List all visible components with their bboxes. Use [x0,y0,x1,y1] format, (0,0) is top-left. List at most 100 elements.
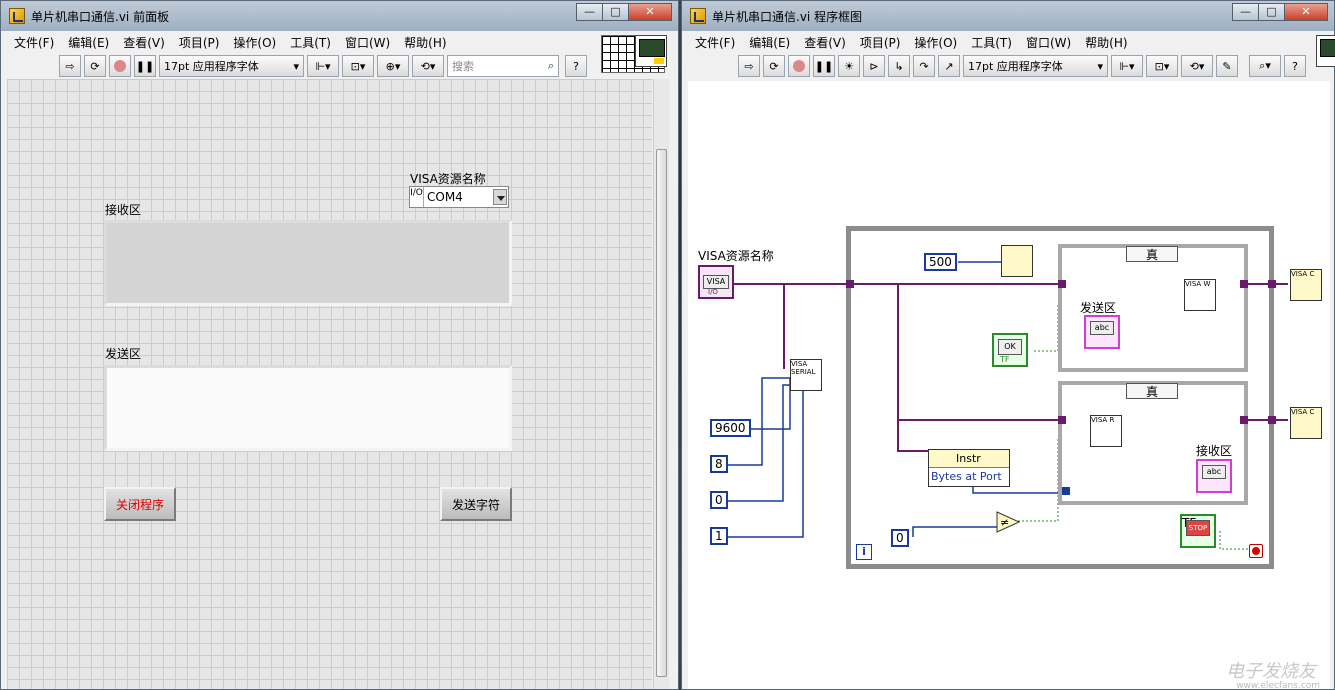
menu-tools[interactable]: 工具(T) [283,34,338,51]
visa-resource-terminal[interactable]: VISA I/O [698,265,734,299]
menu-window[interactable]: 窗口(W) [338,34,397,51]
scrollbar-thumb[interactable] [656,149,667,677]
recv-area-terminal[interactable]: abc [1196,459,1232,493]
visa-io-text: I/O [708,288,718,296]
minimize-button[interactable]: — [576,3,603,21]
search-icon[interactable]: ⌕▾ [1249,55,1281,77]
baud-rate-constant[interactable]: 9600 [710,419,751,437]
case-tunnel-bytes [1062,487,1070,495]
menu-tools[interactable]: 工具(T) [964,34,1019,51]
menu-window[interactable]: 窗口(W) [1019,34,1078,51]
visa-close-vi[interactable]: VISA C [1290,269,1322,301]
vi-icon[interactable] [1316,35,1335,67]
menu-view[interactable]: 查看(V) [797,34,853,51]
data-bits-constant[interactable]: 8 [710,455,728,473]
search-box[interactable]: 搜索 ⌕ [447,55,559,77]
menu-edit[interactable]: 编辑(E) [742,34,797,51]
maximize-button[interactable]: □ [1258,3,1285,21]
block-diagram-menubar: 文件(F) 编辑(E) 查看(V) 项目(P) 操作(O) 工具(T) 窗口(W… [682,31,1334,53]
maximize-button[interactable]: □ [602,3,629,21]
chevron-down-icon[interactable] [493,189,507,205]
step-out-icon[interactable]: ↗ [938,55,960,77]
front-panel-scrollbar[interactable] [653,79,669,689]
front-panel-canvas: VISA资源名称 I/O COM4 接收区 发送区 关闭程序 发送字符 [7,79,652,689]
menu-project[interactable]: 项目(P) [853,34,908,51]
vi-icon[interactable] [635,35,667,67]
case-tunnel [1058,416,1066,424]
align-objects-icon[interactable]: ⊩▾ [1111,55,1143,77]
recv-case-selector[interactable]: 真 [1126,383,1178,399]
send-button-terminal[interactable]: OK TF [992,333,1028,367]
case-tunnel [1240,280,1248,288]
not-equal-comparator[interactable]: ≠ [996,511,1020,533]
menu-file[interactable]: 文件(F) [7,34,61,51]
menu-help[interactable]: 帮助(H) [397,34,453,51]
menu-view[interactable]: 查看(V) [116,34,172,51]
pause-icon[interactable]: ❚❚ [134,55,156,77]
visa-serial-config-vi[interactable]: VISA SERIAL [790,359,822,391]
font-select[interactable]: 17pt 应用程序字体 ▾ [963,55,1108,77]
menu-help[interactable]: 帮助(H) [1078,34,1134,51]
distribute-objects-icon[interactable]: ⊡▾ [342,55,374,77]
stop-button-terminal[interactable]: STOP TF [1180,514,1216,548]
visa-read-vi[interactable]: VISA R [1090,415,1122,447]
highlight-execution-icon[interactable]: ☀ [838,55,860,77]
stop-bits-constant[interactable]: 1 [710,527,728,545]
loop-condition-terminal[interactable] [1249,544,1263,558]
abort-icon[interactable] [788,55,810,77]
menu-project[interactable]: 项目(P) [172,34,227,51]
close-window-button[interactable]: ✕ [628,3,672,21]
align-objects-icon[interactable]: ⊩▾ [307,55,339,77]
visa-close-vi[interactable]: VISA C [1290,407,1322,439]
front-panel-title: 单片机串口通信.vi 前面板 [31,9,170,24]
send-chars-button[interactable]: 发送字符 [440,487,512,521]
minimize-button[interactable]: — [1232,3,1259,21]
menu-operate[interactable]: 操作(O) [907,34,964,51]
tf-text: TF [1000,355,1010,364]
step-over-icon[interactable]: ↷ [913,55,935,77]
run-arrow-icon[interactable]: ⇨ [59,55,81,77]
visa-resource-control[interactable]: I/O COM4 [409,186,509,208]
wait-ms-timer-icon[interactable] [1001,245,1033,277]
resize-objects-icon[interactable]: ⊕▾ [377,55,409,77]
send-area-terminal[interactable]: abc [1084,315,1120,349]
search-icon[interactable]: ⌕ [548,59,554,73]
font-select[interactable]: 17pt 应用程序字体 ▾ [159,55,304,77]
reorder-icon[interactable]: ⟲▾ [1181,55,1213,77]
labview-vi-icon [9,8,25,24]
abort-icon[interactable] [109,55,131,77]
run-arrow-icon[interactable]: ⇨ [738,55,760,77]
bytes-at-port-property-node[interactable]: Instr Bytes at Port [928,449,1010,487]
reorder-icon[interactable]: ⟲▾ [412,55,444,77]
retain-wire-values-icon[interactable]: ⊳ [863,55,885,77]
parity-constant[interactable]: 0 [710,491,728,509]
wait-ms-constant[interactable]: 500 [924,253,957,271]
zero-constant[interactable]: 0 [891,529,909,547]
context-help-icon[interactable]: ? [565,55,587,77]
run-continuously-icon[interactable]: ⟳ [84,55,106,77]
pause-icon[interactable]: ❚❚ [813,55,835,77]
property-class: Instr [956,452,981,465]
close-window-button[interactable]: ✕ [1284,3,1328,21]
send-abc-text: abc [1090,321,1114,335]
context-help-icon[interactable]: ? [1284,55,1306,77]
menu-operate[interactable]: 操作(O) [226,34,283,51]
window-controls: — □ ✕ [1232,3,1328,21]
parity-wire [716,384,790,502]
menu-file[interactable]: 文件(F) [688,34,742,51]
front-panel-titlebar[interactable]: 单片机串口通信.vi 前面板 — □ ✕ [1,1,678,31]
cleanup-diagram-icon[interactable]: ✎ [1216,55,1238,77]
menu-edit[interactable]: 编辑(E) [61,34,116,51]
search-input[interactable]: 搜索 [452,58,548,74]
close-program-button[interactable]: 关闭程序 [104,487,176,521]
recv-area-label: 接收区 [1196,444,1233,458]
block-diagram-titlebar[interactable]: 单片机串口通信.vi 程序框图 — □ ✕ [682,1,1334,31]
send-area-input[interactable] [104,365,512,451]
loop-iteration-terminal: i [856,544,872,560]
distribute-objects-icon[interactable]: ⊡▾ [1146,55,1178,77]
block-diagram-canvas: VISA资源名称 VISA I/O VISA SERIAL 9600 8 0 1… [688,81,1330,690]
visa-write-vi[interactable]: VISA W [1184,279,1216,311]
run-continuously-icon[interactable]: ⟳ [763,55,785,77]
step-into-icon[interactable]: ↳ [888,55,910,77]
send-case-selector[interactable]: 真 [1126,246,1178,262]
